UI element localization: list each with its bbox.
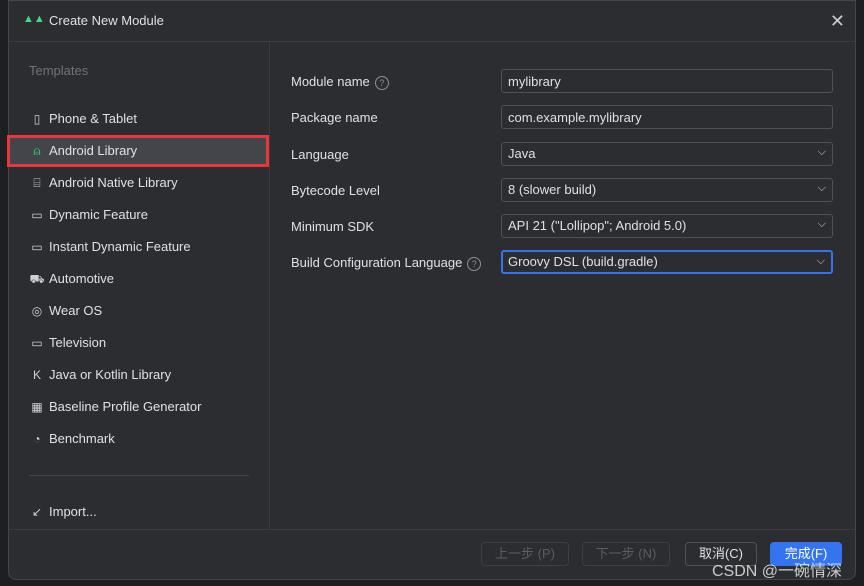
import-label: Import... xyxy=(49,504,97,519)
sidebar-item-instant-dynamic-feature[interactable]: ▭ Instant Dynamic Feature xyxy=(9,231,269,263)
close-icon[interactable]: ✕ xyxy=(830,11,845,32)
sidebar-item-label: Benchmark xyxy=(49,431,115,446)
language-row: Language Java ⌵ xyxy=(291,142,851,166)
sidebar-item-label: Android Native Library xyxy=(49,175,178,190)
android-icon: ▲▲ xyxy=(23,13,45,25)
help-icon[interactable]: ? xyxy=(467,256,482,271)
next-button[interactable]: 下一步 (N) xyxy=(582,542,670,566)
chevron-down-icon: ⌵ xyxy=(817,218,826,230)
language-select[interactable]: Java ⌵ xyxy=(501,142,833,166)
language-label: Language xyxy=(291,147,349,162)
sidebar-item-dynamic-feature[interactable]: ▭ Dynamic Feature xyxy=(9,199,269,231)
dialog-title: Create New Module xyxy=(49,13,164,28)
sidebar-item-label: Java or Kotlin Library xyxy=(49,367,172,382)
gauge-icon: ◔ xyxy=(33,432,41,446)
android-icon: ⍝ xyxy=(33,144,41,158)
folder-instant-icon: ▭ xyxy=(31,240,43,254)
chevron-down-icon: ⌵ xyxy=(817,182,826,194)
min-sdk-row: Minimum SDK API 21 ("Lollipop"; Android … xyxy=(291,214,851,238)
previous-button[interactable]: 上一步 (P) xyxy=(481,542,569,566)
sidebar-item-label: Phone & Tablet xyxy=(49,111,137,126)
module-name-label: Module name xyxy=(291,74,370,89)
folder-feature-icon: ▭ xyxy=(31,208,43,222)
help-icon[interactable]: ? xyxy=(374,75,389,90)
templates-heading: Templates xyxy=(29,63,89,78)
sidebar-item-java-or-kotlin-library[interactable]: K Java or Kotlin Library xyxy=(9,359,269,391)
bytecode-label: Bytecode Level xyxy=(291,183,380,198)
sidebar-item-phone-tablet[interactable]: ▯ Phone & Tablet xyxy=(9,103,269,135)
sidebar-item-television[interactable]: ▭ Television xyxy=(9,327,269,359)
package-name-label: Package name xyxy=(291,110,378,125)
title-bar: ▲▲ Create New Module ✕ xyxy=(9,1,855,42)
phone-tablet-icon: ▯ xyxy=(33,112,41,126)
car-icon: ⛟ xyxy=(29,272,45,286)
sidebar-item-label: Instant Dynamic Feature xyxy=(49,239,191,254)
sidebar-item-android-library[interactable]: ⍝ Android Library xyxy=(7,135,269,167)
build-lang-label: Build Configuration Language xyxy=(291,255,463,270)
tv-icon: ▭ xyxy=(31,336,43,350)
build-lang-row: Build Configuration Language? Groovy DSL… xyxy=(291,250,851,274)
sidebar-item-wear-os[interactable]: ◎ Wear OS xyxy=(9,295,269,327)
sidebar-item-label: Television xyxy=(49,335,107,350)
baseline-icon: ▦ xyxy=(31,400,43,414)
package-name-input[interactable] xyxy=(501,105,833,129)
import-icon: ↙ xyxy=(31,505,43,519)
sidebar-item-automotive[interactable]: ⛟ Automotive xyxy=(9,263,269,295)
min-sdk-select[interactable]: API 21 ("Lollipop"; Android 5.0) ⌵ xyxy=(501,214,833,238)
templates-sidebar: Templates ▯ Phone & Tablet ⍝ Android Librar… xyxy=(7,42,270,530)
module-name-row: Module name? xyxy=(291,69,851,93)
import-button[interactable]: ↙ Import... xyxy=(9,496,269,528)
sidebar-item-label: Android Library xyxy=(49,143,138,158)
sidebar-item-benchmark[interactable]: ◔ Benchmark xyxy=(9,423,269,455)
module-name-input[interactable] xyxy=(501,69,833,93)
sidebar-item-label: Baseline Profile Generator xyxy=(49,399,202,414)
divider xyxy=(29,475,249,476)
watermark: CSDN @一碗情深 xyxy=(712,563,843,580)
sidebar-item-label: Dynamic Feature xyxy=(49,207,148,222)
chip-icon: ⌸ xyxy=(33,176,41,190)
sidebar-item-label: Automotive xyxy=(49,271,115,286)
kotlin-icon: K xyxy=(32,368,41,382)
build-lang-select[interactable]: Groovy DSL (build.gradle) ⌵ xyxy=(501,250,833,274)
watch-icon: ◎ xyxy=(31,304,43,318)
sidebar-item-baseline-profile-generator[interactable]: ▦ Baseline Profile Generator xyxy=(9,391,269,423)
create-module-dialog: ▲▲ Create New Module ✕ Templates ▯ Phone … xyxy=(7,0,856,580)
chevron-down-icon: ⌵ xyxy=(816,255,825,267)
sidebar-item-android-native-library[interactable]: ⌸ Android Native Library xyxy=(9,167,269,199)
min-sdk-label: Minimum SDK xyxy=(291,219,375,234)
sidebar-item-label: Wear OS xyxy=(49,303,103,318)
package-name-row: Package name xyxy=(291,105,851,129)
bytecode-select[interactable]: 8 (slower build) ⌵ xyxy=(501,178,833,202)
bytecode-row: Bytecode Level 8 (slower build) ⌵ xyxy=(291,178,851,202)
chevron-down-icon: ⌵ xyxy=(817,146,826,158)
